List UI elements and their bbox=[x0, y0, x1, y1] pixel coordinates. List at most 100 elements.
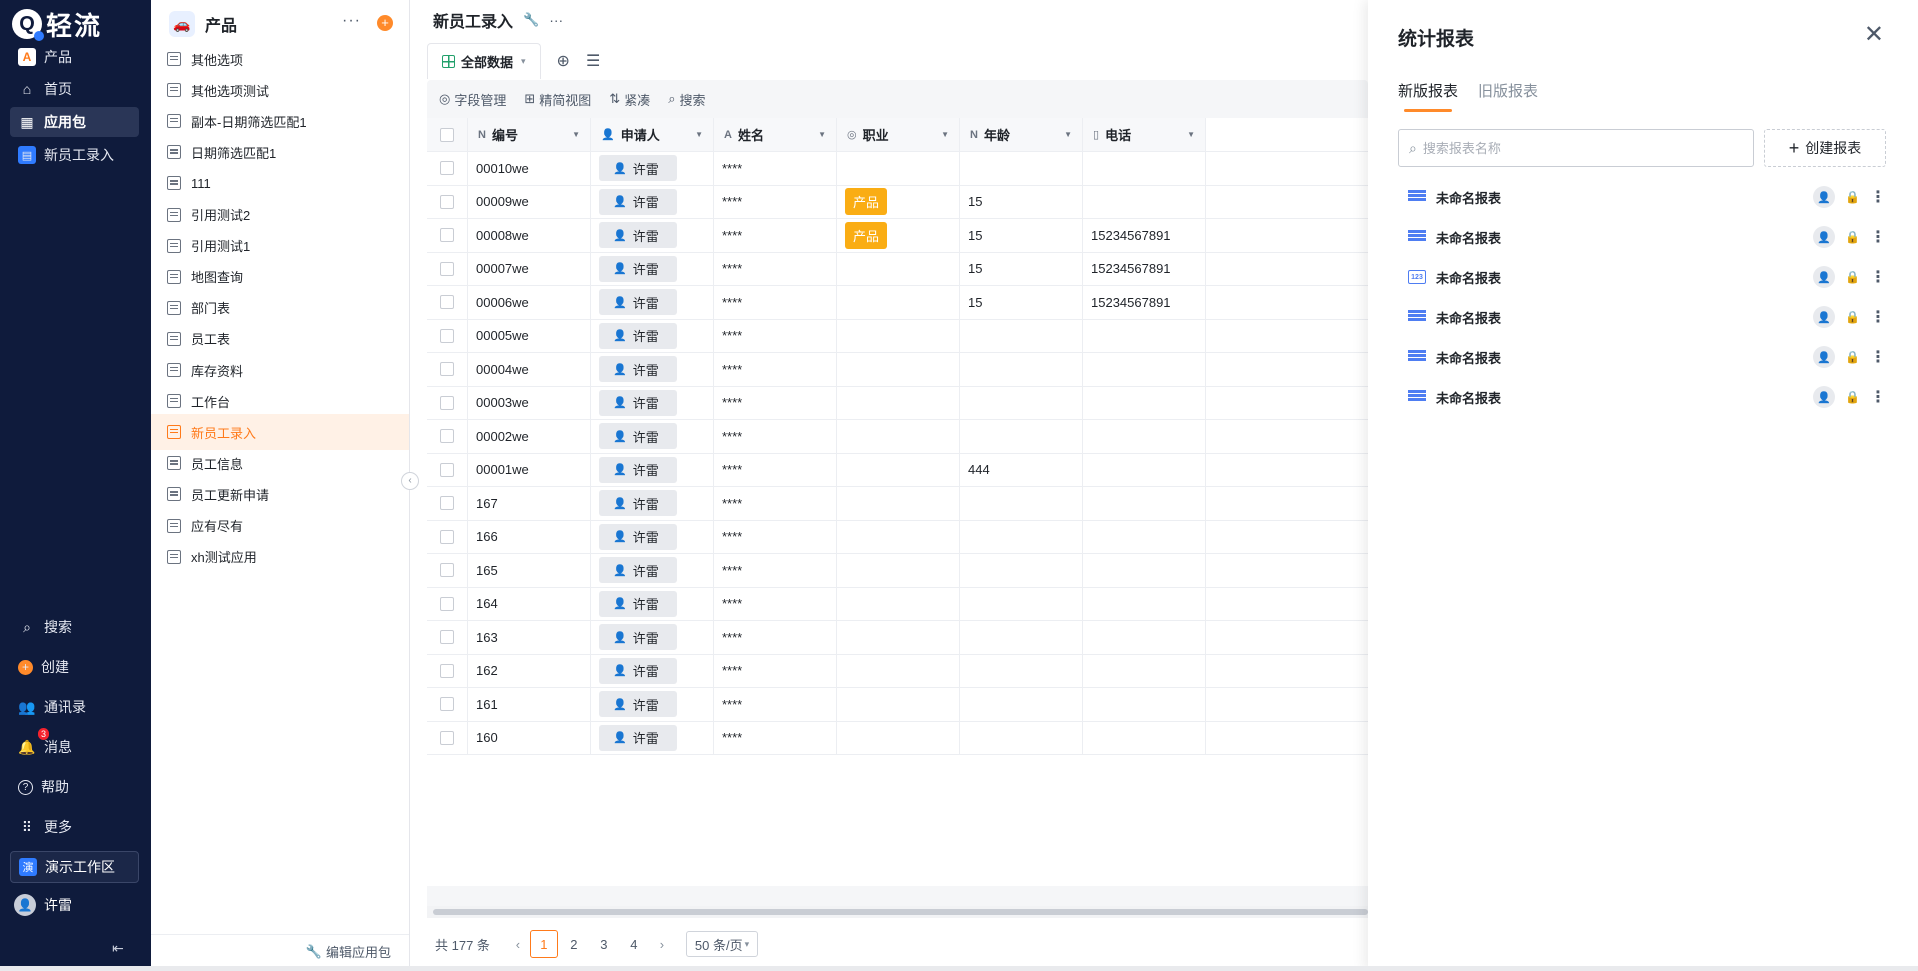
current-user[interactable]: 👤 许雷 bbox=[14, 894, 72, 916]
column-job-cell[interactable] bbox=[837, 152, 960, 185]
column-job-cell[interactable] bbox=[837, 621, 960, 654]
column-phone-cell[interactable] bbox=[1083, 587, 1206, 620]
column-age-cell[interactable] bbox=[960, 520, 1083, 553]
column-job-cell[interactable] bbox=[837, 420, 960, 453]
column-name-cell[interactable]: **** bbox=[714, 621, 837, 654]
sort-caret-icon[interactable]: ▼ bbox=[941, 130, 949, 139]
column-id-cell[interactable]: 00004we bbox=[468, 353, 591, 386]
column-name-cell[interactable]: **** bbox=[714, 453, 837, 486]
row-checkbox[interactable] bbox=[440, 730, 454, 745]
report-search-input[interactable] bbox=[1422, 140, 1723, 156]
sidebar-item-new-employee[interactable]: ▤ 新员工录入 bbox=[10, 140, 139, 170]
column-age-cell[interactable]: 15 bbox=[960, 286, 1083, 319]
row-checkbox[interactable] bbox=[440, 462, 454, 477]
column-age-cell[interactable] bbox=[960, 654, 1083, 687]
row-checkbox[interactable] bbox=[440, 630, 454, 645]
column-phone-cell[interactable] bbox=[1083, 319, 1206, 352]
row-checkbox[interactable] bbox=[440, 328, 454, 343]
row-checkbox[interactable] bbox=[440, 529, 454, 544]
column-id-cell[interactable]: 00002we bbox=[468, 420, 591, 453]
column-phone-cell[interactable] bbox=[1083, 721, 1206, 754]
row-checkbox[interactable] bbox=[440, 697, 454, 712]
lock-icon[interactable]: 🔒 bbox=[1845, 230, 1860, 244]
column-applicant-cell[interactable]: 👤 许雷 bbox=[591, 319, 714, 352]
column-age-cell[interactable]: 15 bbox=[960, 252, 1083, 285]
more-vertical-icon[interactable]: ⋮ bbox=[1870, 307, 1886, 327]
column-job-cell[interactable] bbox=[837, 353, 960, 386]
select-all-checkbox[interactable] bbox=[440, 127, 454, 142]
column-age-cell[interactable]: 15 bbox=[960, 219, 1083, 252]
sidebar-item-contacts[interactable]: 👥 通讯录 bbox=[10, 692, 139, 722]
workspace-switcher[interactable]: 演 演示工作区 bbox=[10, 851, 139, 883]
row-checkbox[interactable] bbox=[440, 194, 454, 209]
row-checkbox[interactable] bbox=[440, 228, 454, 243]
column-applicant-cell[interactable]: 👤 许雷 bbox=[591, 587, 714, 620]
report-owner-avatar-icon[interactable]: 👤 bbox=[1813, 266, 1836, 288]
collapse-sidebar-icon[interactable]: ⇤ bbox=[112, 940, 124, 957]
more-vertical-icon[interactable]: ⋮ bbox=[1870, 267, 1886, 287]
report-owner-avatar-icon[interactable]: 👤 bbox=[1813, 346, 1836, 368]
sidebar-item-home[interactable]: ⌂ 首页 bbox=[10, 74, 139, 104]
column-applicant-cell[interactable]: 👤 许雷 bbox=[591, 152, 714, 185]
sort-caret-icon[interactable]: ▼ bbox=[572, 130, 580, 139]
column-job-cell[interactable] bbox=[837, 654, 960, 687]
report-item[interactable]: 未命名报表 👤 🔒 ⋮ bbox=[1408, 381, 1886, 413]
table-row[interactable]: 00009we 👤 许雷 **** 产品 15 bbox=[427, 185, 1368, 219]
column-applicant-cell[interactable]: 👤 许雷 bbox=[591, 386, 714, 419]
column-applicant-cell[interactable]: 👤 许雷 bbox=[591, 453, 714, 486]
tab-new-reports[interactable]: 新版报表 bbox=[1398, 80, 1458, 112]
sidebar-item-help[interactable]: ? 帮助 bbox=[10, 772, 139, 802]
column-applicant-cell[interactable]: 👤 许雷 bbox=[591, 520, 714, 553]
more-vertical-icon[interactable]: ⋮ bbox=[1870, 187, 1886, 207]
column-age-cell[interactable] bbox=[960, 319, 1083, 352]
column-applicant-cell[interactable]: 👤 许雷 bbox=[591, 721, 714, 754]
column-applicant-cell[interactable]: 👤 许雷 bbox=[591, 688, 714, 721]
column-id-cell[interactable]: 167 bbox=[468, 487, 591, 520]
add-form-button[interactable]: + bbox=[377, 15, 393, 31]
row-checkbox[interactable] bbox=[440, 395, 454, 410]
next-page-button[interactable]: › bbox=[650, 937, 674, 952]
table-row[interactable]: 00007we 👤 许雷 **** 15 15234567891 bbox=[427, 252, 1368, 286]
column-applicant-cell[interactable]: 👤 许雷 bbox=[591, 353, 714, 386]
column-name-cell[interactable]: **** bbox=[714, 252, 837, 285]
column-id-cell[interactable]: 164 bbox=[468, 587, 591, 620]
settings-wrench-icon[interactable]: 🔧 bbox=[523, 12, 539, 28]
column-applicant-cell[interactable]: 👤 许雷 bbox=[591, 185, 714, 218]
row-checkbox[interactable] bbox=[440, 563, 454, 578]
view-list-icon[interactable]: ☰ bbox=[586, 51, 600, 71]
table-row[interactable]: 163 👤 许雷 **** bbox=[427, 621, 1368, 655]
page-number-button[interactable]: 1 bbox=[529, 930, 558, 958]
column-age-cell[interactable] bbox=[960, 721, 1083, 754]
column-phone-cell[interactable] bbox=[1083, 185, 1206, 218]
report-item[interactable]: 未命名报表 👤 🔒 ⋮ bbox=[1408, 221, 1886, 253]
column-job-header[interactable]: ◎ 职业 ▼ bbox=[837, 118, 960, 151]
column-applicant-header[interactable]: 👤 申请人 ▼ bbox=[591, 118, 714, 151]
column-job-cell[interactable] bbox=[837, 319, 960, 352]
column-phone-cell[interactable]: 15234567891 bbox=[1083, 219, 1206, 252]
column-applicant-cell[interactable]: 👤 许雷 bbox=[591, 487, 714, 520]
column-name-cell[interactable]: **** bbox=[714, 286, 837, 319]
add-view-icon[interactable]: ⊕ bbox=[557, 51, 570, 71]
column-phone-cell[interactable] bbox=[1083, 152, 1206, 185]
row-checkbox[interactable] bbox=[440, 362, 454, 377]
column-age-cell[interactable] bbox=[960, 688, 1083, 721]
column-age-cell[interactable]: 444 bbox=[960, 453, 1083, 486]
column-job-cell[interactable] bbox=[837, 587, 960, 620]
column-applicant-cell[interactable]: 👤 许雷 bbox=[591, 654, 714, 687]
sidebar-item-app-package[interactable]: ▦ 应用包 bbox=[10, 107, 139, 137]
column-applicant-cell[interactable]: 👤 许雷 bbox=[591, 420, 714, 453]
field-manage-button[interactable]: ◎ 字段管理 bbox=[439, 90, 506, 109]
column-applicant-cell[interactable]: 👤 许雷 bbox=[591, 219, 714, 252]
column-age-cell[interactable] bbox=[960, 353, 1083, 386]
column-name-cell[interactable]: **** bbox=[714, 487, 837, 520]
table-row[interactable]: 00003we 👤 许雷 **** bbox=[427, 386, 1368, 420]
column-id-cell[interactable]: 00003we bbox=[468, 386, 591, 419]
column-name-cell[interactable]: **** bbox=[714, 152, 837, 185]
column-age-cell[interactable] bbox=[960, 621, 1083, 654]
column-applicant-cell[interactable]: 👤 许雷 bbox=[591, 286, 714, 319]
report-item[interactable]: 未命名报表 👤 🔒 ⋮ bbox=[1408, 181, 1886, 213]
column-age-cell[interactable] bbox=[960, 152, 1083, 185]
column-name-cell[interactable]: **** bbox=[714, 721, 837, 754]
column-age-cell[interactable] bbox=[960, 487, 1083, 520]
row-checkbox[interactable] bbox=[440, 161, 454, 176]
